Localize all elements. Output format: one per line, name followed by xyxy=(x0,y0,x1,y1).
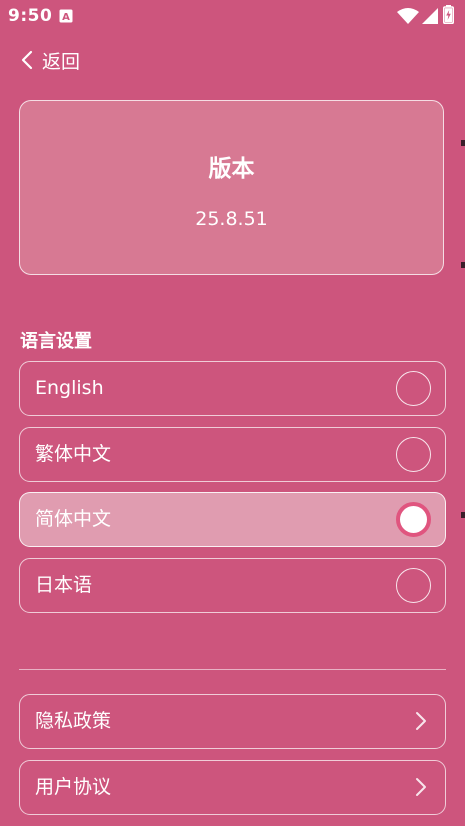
a-app-icon: A xyxy=(59,8,73,23)
language-option-label: 简体中文 xyxy=(35,508,112,530)
signal-icon xyxy=(422,8,438,28)
status-bar: 9:50 A xyxy=(0,0,465,32)
language-option-label: 日本语 xyxy=(35,574,93,596)
language-option-english[interactable]: English xyxy=(19,361,446,416)
version-title: 版本 xyxy=(208,156,255,182)
radio-checked-icon[interactable] xyxy=(396,502,431,537)
edge-mark xyxy=(461,512,465,518)
version-card: 版本 25.8.51 xyxy=(19,100,444,275)
language-settings-title: 语言设置 xyxy=(20,331,92,352)
language-option-simplified-chinese[interactable]: 简体中文 xyxy=(19,492,446,547)
version-number: 25.8.51 xyxy=(195,208,268,230)
chevron-right-icon xyxy=(415,711,427,735)
wifi-icon xyxy=(397,8,419,28)
radio-unchecked-icon[interactable] xyxy=(396,568,431,603)
back-label: 返回 xyxy=(42,50,81,73)
radio-unchecked-icon[interactable] xyxy=(396,437,431,472)
battery-charging-icon xyxy=(443,5,454,28)
chevron-left-icon xyxy=(20,50,34,70)
privacy-policy-label: 隐私政策 xyxy=(35,710,112,732)
svg-text:A: A xyxy=(62,12,70,23)
radio-unchecked-icon[interactable] xyxy=(396,371,431,406)
user-agreement-link[interactable]: 用户协议 xyxy=(19,760,446,815)
chevron-right-icon xyxy=(415,777,427,801)
divider xyxy=(19,669,446,670)
language-option-label: English xyxy=(35,377,104,399)
language-option-traditional-chinese[interactable]: 繁体中文 xyxy=(19,427,446,482)
privacy-policy-link[interactable]: 隐私政策 xyxy=(19,694,446,749)
edge-mark xyxy=(461,262,465,268)
status-time: 9:50 xyxy=(8,6,53,26)
user-agreement-label: 用户协议 xyxy=(35,776,112,798)
back-button[interactable]: 返回 xyxy=(20,45,80,75)
language-option-japanese[interactable]: 日本语 xyxy=(19,558,446,613)
language-option-label: 繁体中文 xyxy=(35,443,112,465)
edge-mark xyxy=(461,140,465,146)
